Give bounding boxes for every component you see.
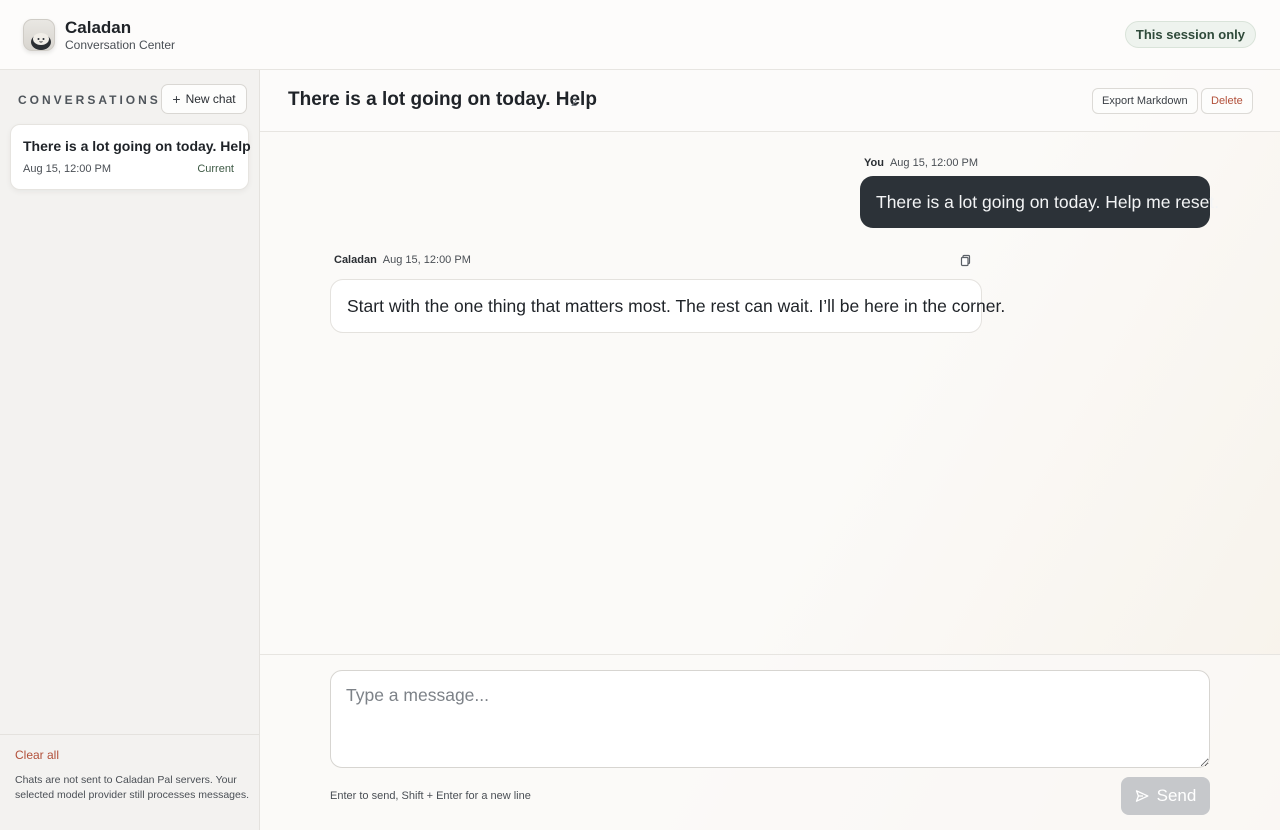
conversation-timestamp: Aug 15, 12:00 PM — [23, 163, 112, 175]
message-author: You — [864, 157, 884, 169]
new-chat-button[interactable]: + New chat — [161, 84, 247, 114]
brand-subtitle: Conversation Center — [65, 38, 176, 52]
copy-icon[interactable] — [959, 253, 973, 267]
export-markdown-button[interactable]: Export Markdown — [1092, 88, 1198, 114]
message-timestamp: Aug 15, 12:00 PM — [889, 157, 979, 169]
sidebar-heading: CONVERSATIONS — [18, 93, 161, 107]
new-chat-label: New chat — [185, 92, 236, 106]
conversation-sidebar: CONVERSATIONS + New chat There is a lot … — [0, 70, 260, 830]
plus-icon: + — [172, 91, 181, 107]
assistant-message-bubble: Start with the one thing that matters mo… — [330, 279, 1005, 333]
chat-panel: There is a lot going on today. Help 2 Ex… — [260, 70, 1280, 830]
chat-title: There is a lot going on today. Help — [288, 89, 597, 110]
caladan-mascot-icon — [23, 19, 55, 51]
message-timestamp: Aug 15, 12:00 PM — [382, 254, 471, 266]
assistant-message-meta: Caladan Aug 15, 12:00 PM — [334, 254, 471, 266]
send-button[interactable]: Send — [1121, 777, 1210, 815]
app-header: Caladan Conversation Center This session… — [0, 0, 1280, 70]
conversation-item-current[interactable]: There is a lot going on today. Help Aug … — [10, 124, 251, 190]
message-composer: Enter to send, Shift + Enter for a new l… — [260, 654, 1280, 830]
delete-button[interactable]: Delete — [1201, 88, 1253, 114]
session-status-badge: This session only — [1124, 21, 1256, 48]
current-badge: Current — [197, 163, 234, 175]
composer-hint: Enter to send, Shift + Enter for a new l… — [330, 790, 531, 802]
user-message-meta: You Aug 15, 12:00 PM — [864, 157, 978, 169]
send-icon — [1135, 789, 1149, 803]
clear-all-button[interactable]: Clear all — [15, 748, 59, 762]
chat-header: There is a lot going on today. Help 2 Ex… — [260, 70, 1280, 132]
brand-name: Caladan — [65, 18, 132, 37]
privacy-note: Chats are not sent to Caladan Pal server… — [15, 774, 250, 801]
message-count: 2 — [571, 97, 578, 109]
sidebar-footer: Clear all Chats are not sent to Caladan … — [0, 734, 259, 830]
message-author: Caladan — [334, 254, 377, 266]
conversation-title: There is a lot going on today. Help — [23, 138, 251, 154]
send-label: Send — [1156, 786, 1197, 805]
message-input[interactable] — [330, 670, 1210, 768]
user-message-bubble: There is a lot going on today. Help me r… — [860, 176, 1219, 228]
